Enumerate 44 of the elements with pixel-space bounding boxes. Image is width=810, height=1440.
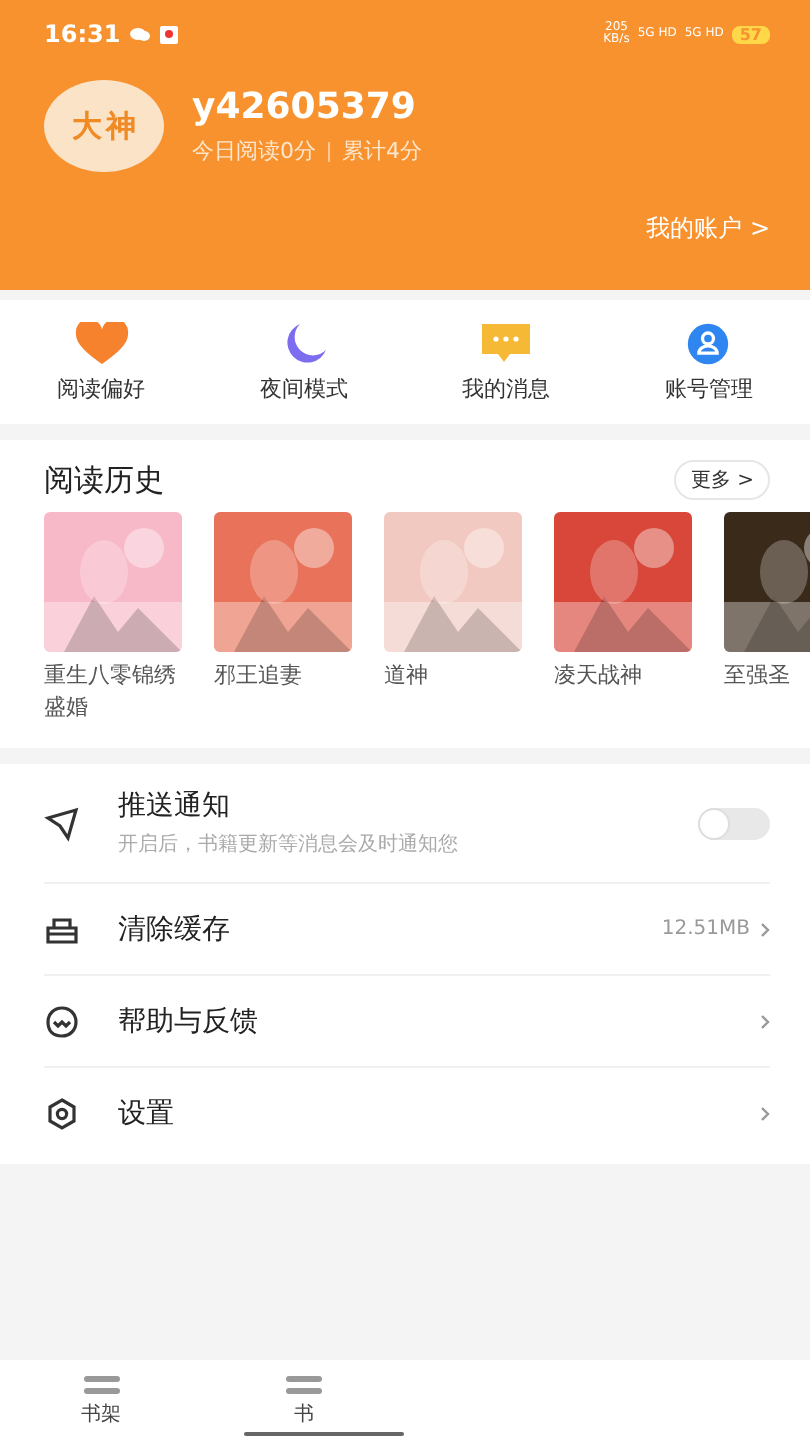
chevron-icon [760, 1106, 770, 1122]
app-notification-icon [160, 25, 179, 43]
shortcut-button[interactable]: 夜间模式 [202, 300, 405, 424]
book-title[interactable]: 至强圣 [724, 660, 810, 692]
book-title[interactable]: 道神 [384, 660, 522, 692]
settings-row[interactable]: 推送通知 开启后，书籍更新等消息会及时通知您 [44, 764, 770, 884]
shortcut-button[interactable]: 阅读偏好 [0, 300, 203, 424]
nav-tab[interactable]: 书 [202, 1360, 405, 1440]
chevron-icon [760, 1013, 770, 1029]
settings-row[interactable]: 清除缓存 12.51MB [44, 884, 770, 976]
book-title[interactable]: 凌天战神 [554, 660, 692, 692]
chat-bubble-icon [130, 26, 151, 42]
chat-icon [44, 1003, 80, 1039]
status-time: 16:31 [44, 20, 121, 48]
shelf-icon [285, 1373, 322, 1397]
user-icon [684, 321, 733, 365]
shortcut-button[interactable]: 账号管理 [607, 300, 810, 424]
toggle-switch[interactable] [698, 807, 770, 839]
settings-label: 设置 [118, 1096, 176, 1132]
settings-label: 推送通知 [118, 788, 232, 824]
settings-icon [44, 1096, 80, 1132]
settings-row[interactable]: 设置 [44, 1068, 770, 1160]
settings-row[interactable]: 帮助与反馈 [44, 976, 770, 1068]
battery-level: 57 [731, 25, 770, 43]
shelf-icon [83, 1373, 120, 1397]
more-button[interactable]: 更多 > [674, 460, 770, 500]
send-icon [44, 805, 80, 841]
book-title[interactable]: 邪王追妻 [214, 660, 352, 692]
cache-size: 12.51MB [661, 918, 750, 940]
avatar-text: 大 [72, 107, 102, 145]
nav-tab[interactable]: 书架 [0, 1360, 203, 1440]
avatar-text: 神 [106, 107, 136, 145]
message-icon [480, 321, 533, 365]
section-title: 阅读历史 [44, 461, 164, 499]
settings-label: 帮助与反馈 [118, 1003, 260, 1039]
shortcut-button[interactable]: 我的消息 [405, 300, 608, 424]
settings-label: 清除缓存 [118, 911, 232, 947]
chevron-icon [760, 921, 770, 937]
total-reading: 累计4分 [342, 136, 422, 166]
settings-hint: 开启后，书籍更新等消息会及时通知您 [118, 831, 460, 858]
heart-icon [73, 321, 130, 365]
today-reading: 今日阅读0分 [192, 136, 316, 166]
book-title[interactable]: 重生八零锦绣盛婚 [44, 660, 182, 724]
username: y42605379 [192, 86, 418, 128]
